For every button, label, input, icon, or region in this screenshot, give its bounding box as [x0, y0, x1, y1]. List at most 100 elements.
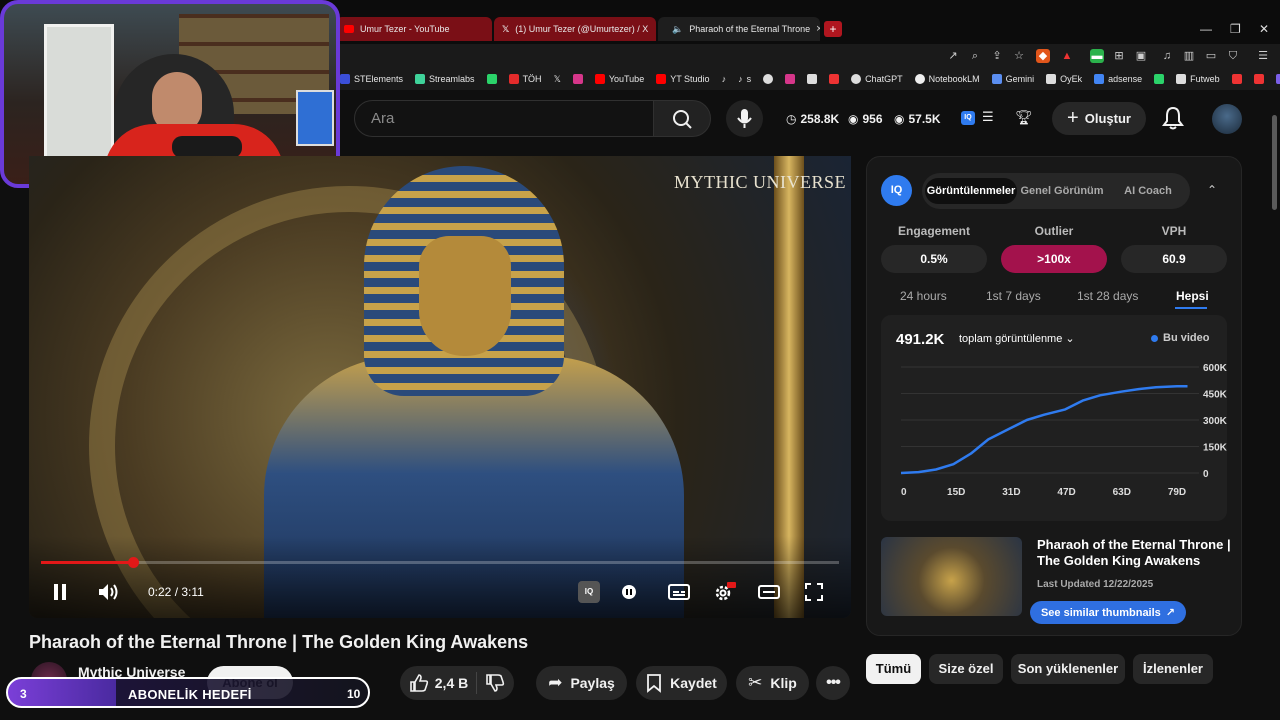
bookmark-item[interactable] [785, 74, 796, 84]
bookmark-item[interactable]: ♪ s [738, 74, 751, 84]
bookmark-star-icon[interactable]: ☆ [1012, 49, 1026, 63]
extension-icon[interactable]: ⊞ [1112, 49, 1126, 63]
tab-x-profile[interactable]: 𝕏 (1) Umur Tezer (@Umurtezer) / X [494, 17, 656, 41]
range-7d[interactable]: 1st 7 days [986, 289, 1041, 303]
list-icon[interactable]: ☰ [982, 109, 994, 125]
recommended-thumbnail[interactable] [881, 537, 1022, 616]
vidiq-player-icon[interactable]: IQ [578, 581, 600, 603]
create-button[interactable]: + Oluştur [1052, 102, 1146, 135]
extension-green-icon[interactable]: ▬ [1090, 49, 1104, 63]
brave-shield-icon[interactable]: ◆ [1036, 49, 1050, 63]
bookmark-item[interactable] [1154, 74, 1165, 84]
chart-metric-dropdown[interactable]: toplam görüntülenme ⌄ [959, 332, 1075, 345]
chip-watched[interactable]: İzlenenler [1133, 654, 1213, 684]
like-button[interactable]: 2,4 B [409, 673, 468, 693]
tab-active-video[interactable]: 🔈 Pharaoh of the Eternal Throne × [658, 17, 820, 41]
user-avatar[interactable] [1212, 104, 1242, 134]
video-title: Pharaoh of the Eternal Throne | The Gold… [29, 632, 529, 652]
x-tick-label: 0 [901, 487, 907, 498]
chevron-up-icon[interactable]: ⌃ [1207, 183, 1221, 197]
share-button[interactable]: ➦ Paylaş [536, 666, 627, 700]
bookmark-item[interactable]: YT Studio [656, 74, 710, 84]
external-link-icon[interactable]: ↗ [946, 49, 960, 63]
progress-scrubber[interactable] [127, 557, 139, 568]
subscription-goal-overlay: 3 ABONELİK HEDEFİ 10 [6, 677, 370, 708]
tab-overview[interactable]: Genel Görünüm [1018, 178, 1106, 204]
more-actions-button[interactable]: ••• [816, 666, 850, 700]
notifications-bell-icon[interactable] [1162, 106, 1184, 130]
bookmark-item[interactable]: ♪ [722, 74, 727, 84]
bookmark-icon [647, 674, 662, 693]
tab-title: Umur Tezer - YouTube [360, 24, 450, 34]
music-icon[interactable]: ♫ [1160, 49, 1174, 63]
voice-search-button[interactable] [726, 100, 763, 137]
chip-for-you[interactable]: Size özel [929, 654, 1003, 684]
minimize-icon[interactable]: — [1200, 22, 1212, 36]
bookmark-item[interactable]: YouTube [594, 74, 644, 84]
bookmark-item[interactable]: adsense [1094, 74, 1142, 84]
range-all[interactable]: Hepsi [1176, 289, 1209, 303]
bookmark-item[interactable] [1275, 74, 1280, 84]
tab-ai-coach[interactable]: AI Coach [1108, 178, 1188, 204]
progress-fill [41, 561, 133, 564]
subtitles-icon[interactable] [667, 581, 690, 603]
rewards-icon[interactable]: ▲ [1060, 49, 1074, 63]
bookmark-item[interactable] [807, 74, 818, 84]
menu-icon[interactable]: ☰ [1256, 49, 1270, 63]
save-button[interactable]: Kaydet [636, 666, 727, 700]
see-similar-thumbnails-button[interactable]: See similar thumbnails ↗ [1030, 601, 1186, 624]
bookmark-item[interactable] [763, 74, 774, 84]
bookmark-item[interactable] [1253, 74, 1264, 84]
scrollbar-thumb[interactable] [1272, 115, 1277, 210]
wallet-icon[interactable]: ▭ [1204, 49, 1218, 63]
clip-button[interactable]: ✂ Klip [736, 666, 809, 700]
vidiq-icon[interactable]: IQ [961, 111, 975, 125]
tab-views[interactable]: Görüntülenmeler [925, 178, 1017, 204]
search-input[interactable]: Ara [354, 100, 654, 137]
bookmark-item[interactable]: TÖH [508, 74, 542, 84]
bookmark-item[interactable]: 𝕏 [554, 74, 561, 85]
close-tab-icon[interactable]: × [816, 23, 820, 35]
bookmark-item[interactable]: Gemini [991, 74, 1034, 84]
range-28d[interactable]: 1st 28 days [1077, 289, 1138, 303]
x-icon: 𝕏 [502, 23, 510, 34]
shield-icon[interactable]: ⛉ [1226, 49, 1240, 63]
bookmark-item[interactable]: Futweb [1176, 74, 1220, 84]
bookmark-item[interactable]: STElements [340, 74, 403, 84]
recommended-title[interactable]: Pharaoh of the Eternal Throne | The Gold… [1037, 537, 1237, 569]
zoom-icon[interactable]: ⌕ [968, 49, 982, 63]
tab-title: Pharaoh of the Eternal Throne [689, 24, 811, 34]
external-arrow-icon: ↗ [1165, 607, 1176, 619]
y-tick-label: 300K [1203, 416, 1227, 427]
video-player[interactable]: MYTHIC UNIVERSE 0:22 / 3:11 IQ [29, 156, 851, 618]
bookmark-item[interactable]: ChatGPT [851, 74, 903, 84]
maximize-icon[interactable]: ❐ [1230, 22, 1241, 36]
pause-icon[interactable] [49, 581, 71, 603]
bookmark-item[interactable] [486, 74, 497, 84]
chip-recently-uploaded[interactable]: Son yüklenenler [1011, 654, 1125, 684]
theater-mode-icon[interactable] [757, 581, 780, 603]
sidebar-icon[interactable]: ▥ [1182, 49, 1196, 63]
eye-icon: ◉ [894, 112, 905, 126]
new-tab-button[interactable]: + [824, 21, 842, 37]
share-icon[interactable]: ⇪ [990, 49, 1004, 63]
extension-icon[interactable]: ▣ [1134, 49, 1148, 63]
bookmark-item[interactable]: NotebookLM [914, 74, 980, 84]
thumbs-down-icon[interactable] [485, 673, 505, 693]
autoplay-toggle-icon[interactable] [618, 581, 640, 603]
bookmark-item[interactable] [572, 74, 583, 84]
close-window-icon[interactable]: ✕ [1259, 22, 1269, 36]
fullscreen-icon[interactable] [803, 581, 825, 603]
settings-gear-icon[interactable] [712, 581, 736, 603]
bookmark-item[interactable] [829, 74, 840, 84]
bookmark-item[interactable] [1231, 74, 1242, 84]
search-button[interactable] [653, 100, 711, 137]
tab-youtube-channel[interactable]: Umur Tezer - YouTube [336, 17, 492, 41]
progress-bar[interactable] [41, 557, 839, 568]
bookmark-item[interactable]: Streamlabs [415, 74, 475, 84]
trophy-icon[interactable]: 🏆︎ [1015, 109, 1033, 126]
bookmark-item[interactable]: OyEk [1046, 74, 1082, 84]
chip-all[interactable]: Tümü [866, 654, 921, 684]
range-24h[interactable]: 24 hours [900, 289, 947, 303]
volume-icon[interactable] [96, 581, 118, 603]
